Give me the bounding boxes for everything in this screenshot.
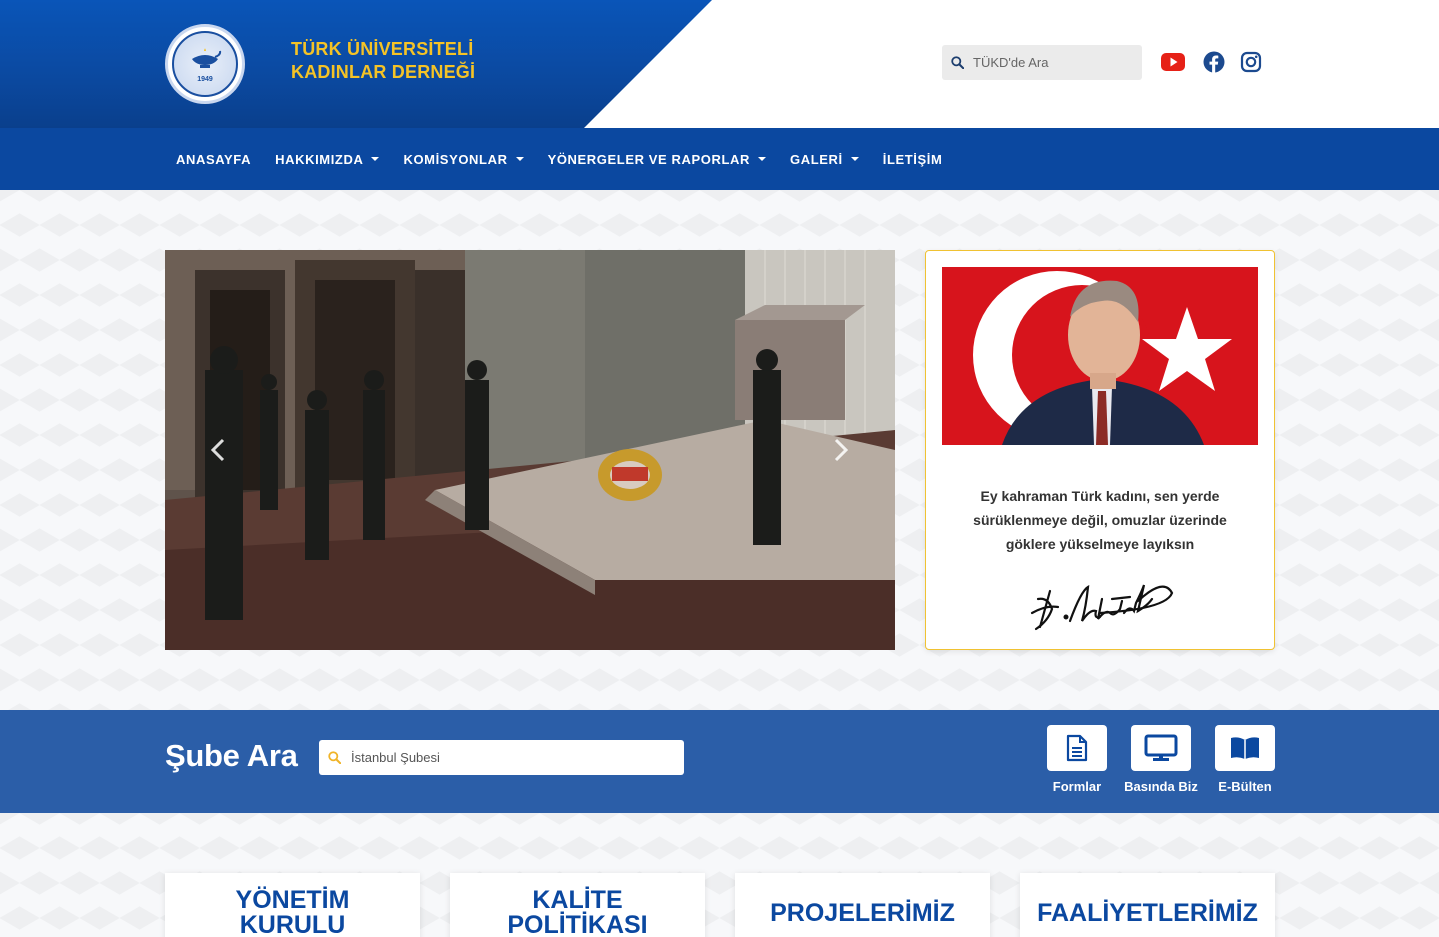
site-search-input[interactable] [973, 55, 1133, 70]
quick-link-e-bulten[interactable]: E-Bülten [1215, 725, 1275, 794]
quick-link-label: Formlar [1052, 779, 1102, 794]
card-title: PROJELERİMİZ [770, 899, 955, 927]
branch-search-bar: Şube Ara Formlar Basında B [0, 710, 1439, 813]
chevron-left-icon[interactable] [210, 438, 226, 462]
monitor-icon [1144, 734, 1178, 761]
facebook-icon[interactable] [1202, 50, 1226, 74]
nav-label: ANASAYFA [176, 151, 252, 167]
card-projelerimiz[interactable]: PROJELERİMİZ [735, 873, 990, 937]
nav-label: HAKKIMIZDA [275, 151, 364, 167]
nav-item-iletisim[interactable]: İLETİŞİM [871, 128, 955, 190]
logo-year: 1949 [197, 76, 213, 83]
caret-down-icon [850, 157, 859, 161]
branch-search-input[interactable] [351, 750, 671, 765]
nav-item-komisyonlar[interactable]: KOMİSYONLAR [391, 128, 535, 190]
nav-label: GALERİ [790, 151, 843, 167]
quick-link-box [1215, 725, 1275, 771]
ataturk-signature [1030, 584, 1174, 631]
card-title: YÖNETİM KURULU [235, 886, 350, 937]
quick-link-box [1131, 725, 1191, 771]
nav-item-galeri[interactable]: GALERİ [778, 128, 871, 190]
nav-label: YÖNERGELER VE RAPORLAR [547, 151, 751, 167]
branch-search-title: Şube Ara [165, 738, 298, 773]
slide-image [165, 250, 895, 650]
quick-link-label: Basında Biz [1124, 779, 1198, 794]
hero-section: Ey kahraman Türk kadını, sen yerde sürük… [0, 190, 1439, 710]
brand-line-2: KADINLAR DERNEĞİ [291, 62, 476, 82]
card-kalite-politikasi[interactable]: KALİTE POLİTİKASI [450, 873, 705, 937]
site-header: 1949 TÜRK ÜNİVERSİTELİ KADINLAR DERNEĞİ [0, 0, 1439, 128]
quote-line-1: Ey kahraman Türk kadını, sen yerde [980, 488, 1220, 504]
ataturk-quote-card: Ey kahraman Türk kadını, sen yerde sürük… [925, 250, 1275, 650]
book-icon [1231, 737, 1259, 759]
quick-link-box [1047, 725, 1107, 771]
quick-link-basinda-biz[interactable]: Basında Biz [1124, 725, 1198, 794]
nav-item-anasayfa[interactable]: ANASAYFA [165, 128, 263, 190]
caret-down-icon [758, 157, 767, 161]
instagram-icon[interactable] [1239, 50, 1263, 74]
logo-emblem: 1949 [172, 31, 238, 97]
main-navigation: ANASAYFA HAKKIMIZDA KOMİSYONLAR YÖNERGEL… [0, 128, 1439, 190]
youtube-icon[interactable] [1161, 50, 1185, 74]
site-search [942, 45, 1142, 80]
quote-line-2: sürüklenmeye değil, omuzlar üzerinde [973, 512, 1227, 528]
card-title: FAALİYETLERİMİZ [1037, 899, 1258, 927]
card-yonetim-kurulu[interactable]: YÖNETİM KURULU [165, 873, 420, 937]
document-icon [1066, 734, 1088, 762]
image-slider [165, 250, 895, 650]
lamp-icon [188, 45, 222, 73]
quick-link-label: E-Bülten [1218, 779, 1272, 794]
card-title: KALİTE POLİTİKASI [507, 886, 648, 937]
branch-search-box [319, 740, 684, 775]
nav-label: KOMİSYONLAR [403, 151, 508, 167]
association-logo[interactable]: 1949 [165, 24, 245, 104]
card-faaliyetlerimiz[interactable]: FAALİYETLERİMİZ [1020, 873, 1275, 937]
search-icon [951, 56, 964, 69]
nav-label: İLETİŞİM [882, 151, 943, 167]
brand-name[interactable]: TÜRK ÜNİVERSİTELİ KADINLAR DERNEĞİ [291, 38, 475, 84]
ataturk-portrait-image [942, 267, 1258, 445]
nav-item-hakkimizda[interactable]: HAKKIMIZDA [263, 128, 391, 190]
feature-cards-section: YÖNETİM KURULU KALİTE POLİTİKASI PROJELE… [0, 813, 1439, 937]
chevron-right-icon[interactable] [833, 438, 849, 462]
ataturk-quote: Ey kahraman Türk kadını, sen yerde sürük… [956, 484, 1244, 556]
caret-down-icon [371, 157, 380, 161]
brand-line-1: TÜRK ÜNİVERSİTELİ [291, 39, 474, 59]
caret-down-icon [515, 157, 524, 161]
quick-link-formlar[interactable]: Formlar [1047, 725, 1107, 794]
search-icon [328, 751, 341, 764]
nav-item-yonergeler[interactable]: YÖNERGELER VE RAPORLAR [536, 128, 778, 190]
quote-line-3: göklere yükselmeye layıksın [1005, 536, 1195, 552]
